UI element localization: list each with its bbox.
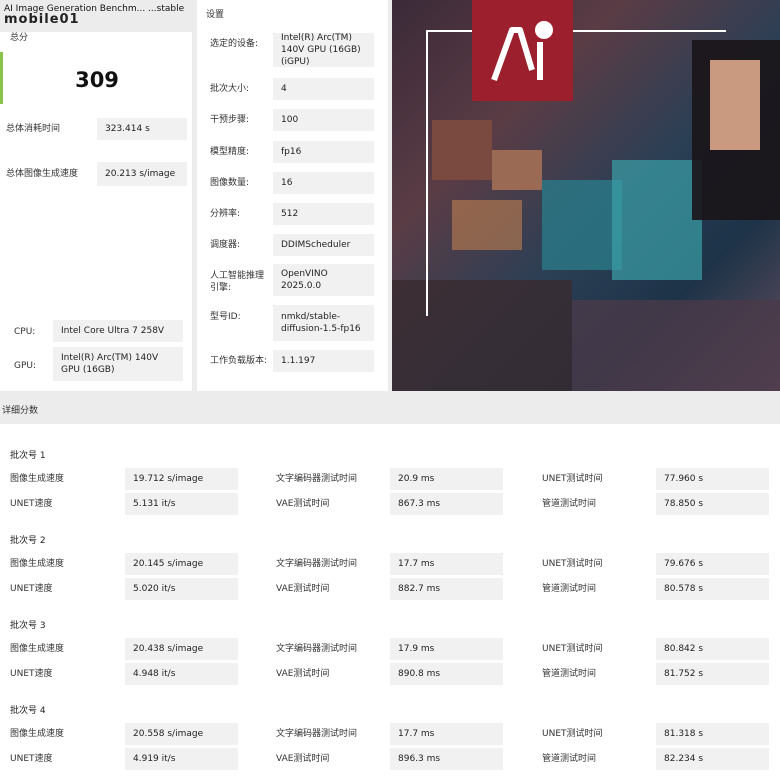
unet-speed-value: 5.020 it/s [125,578,238,600]
unet-time-value: 80.842 s [656,638,769,660]
setting-label-precision: 模型精度: [210,147,250,157]
setting-label-device: 选定的设备: [210,39,259,49]
text-enc-value: 17.7 ms [390,723,503,745]
setting-value-model-id: nmkd/stable-diffusion-1.5-fp16 [273,305,374,341]
img-speed-value: 20.438 s/image [125,638,238,660]
setting-value-workload-version: 1.1.197 [273,350,374,372]
hero-frame [426,30,726,316]
total-score: 309 [75,68,119,92]
batch-title: 批次号 3 [10,621,46,631]
setting-value-resolution: 512 [273,203,374,225]
pipeline-value: 78.850 s [656,493,769,515]
img-speed-label: 图像生成速度 [10,644,65,654]
setting-value-batch-size: 4 [273,78,374,100]
cpu-label: CPU: [14,327,36,337]
gpu-label: GPU: [14,361,37,371]
vae-time-value: 896.3 ms [390,748,503,770]
img-speed-value: 20.558 s/image [125,723,238,745]
img-speed-label: 图像生成速度 [10,729,65,739]
unet-time-value: 77.960 s [656,468,769,490]
details-heading: 详细分数 [2,406,39,416]
vae-time-label: VAE测试时间 [276,584,330,594]
vae-time-value: 890.8 ms [390,663,503,685]
total-score-label: 总分 [10,33,29,43]
vae-time-value: 882.7 ms [390,578,503,600]
unet-time-label: UNET测试时间 [542,474,603,484]
unet-speed-label: UNET速度 [10,584,53,594]
setting-label-workload-version: 工作负载版本: [210,356,268,366]
pipeline-value: 82.234 s [656,748,769,770]
vae-time-label: VAE测试时间 [276,499,330,509]
cpu-value: Intel Core Ultra 7 258V [53,320,183,342]
setting-label-model-id: 型号ID: [210,312,241,322]
batch-title: 批次号 4 [10,706,46,716]
hero-frame-edge [426,300,428,316]
setting-value-scheduler: DDIMScheduler [273,234,374,256]
setting-value-image-count: 16 [273,172,374,194]
setting-value-steps: 100 [273,109,374,131]
ai-logo-icon [472,0,573,101]
setting-value-device: Intel(R) Arc(TM) 140V GPU (16GB) (iGPU) [273,33,374,67]
unet-speed-label: UNET速度 [10,499,53,509]
batch-title: 批次号 1 [10,451,46,461]
total-time-value: 323.414 s [97,118,187,140]
text-enc-label: 文字编码器测试时间 [276,559,358,569]
pipeline-label: 管道测试时间 [542,754,597,764]
img-speed-value: 20.145 s/image [125,553,238,575]
unet-speed-label: UNET速度 [10,669,53,679]
pipeline-label: 管道测试时间 [542,584,597,594]
pipeline-label: 管道测试时间 [542,499,597,509]
image-speed-value: 20.213 s/image [97,162,187,186]
gpu-value: Intel(R) Arc(TM) 140V GPU (16GB) [53,347,183,381]
image-speed-label: 总体图像生成速度 [6,169,79,179]
vae-time-value: 867.3 ms [390,493,503,515]
batch-title: 批次号 2 [10,536,46,546]
unet-time-label: UNET测试时间 [542,559,603,569]
text-enc-value: 17.9 ms [390,638,503,660]
unet-time-value: 81.318 s [656,723,769,745]
setting-label-batch-size: 批次大小: [210,84,250,94]
pipeline-label: 管道测试时间 [542,669,597,679]
window-title-bar: AI Image Generation Benchm... ...stable … [0,0,200,32]
unet-speed-value: 4.948 it/s [125,663,238,685]
pipeline-value: 80.578 s [656,578,769,600]
img-speed-label: 图像生成速度 [10,474,65,484]
unet-time-label: UNET测试时间 [542,644,603,654]
img-speed-value: 19.712 s/image [125,468,238,490]
settings-heading: 设置 [206,10,225,20]
setting-value-precision: fp16 [273,141,374,163]
setting-label-image-count: 图像数量: [210,178,250,188]
text-enc-label: 文字编码器测试时间 [276,729,358,739]
text-enc-label: 文字编码器测试时间 [276,644,358,654]
setting-value-engine: OpenVINO 2025.0.0 [273,264,374,296]
vae-time-label: VAE测试时间 [276,669,330,679]
text-enc-value: 20.9 ms [390,468,503,490]
unet-time-label: UNET测试时间 [542,729,603,739]
setting-label-engine: 人工智能推理引擎: [210,271,265,293]
total-time-label: 总体消耗时间 [6,124,61,134]
mobile01-logo: mobile01 [4,12,80,27]
text-enc-value: 17.7 ms [390,553,503,575]
unet-speed-value: 4.919 it/s [125,748,238,770]
text-enc-label: 文字编码器测试时间 [276,474,358,484]
unet-speed-label: UNET速度 [10,754,53,764]
vae-time-label: VAE测试时间 [276,754,330,764]
unet-speed-value: 5.131 it/s [125,493,238,515]
img-speed-label: 图像生成速度 [10,559,65,569]
pipeline-value: 81.752 s [656,663,769,685]
unet-time-value: 79.676 s [656,553,769,575]
setting-label-resolution: 分辨率: [210,209,241,219]
setting-label-steps: 干预步骤: [210,115,250,125]
setting-label-scheduler: 调度器: [210,240,241,250]
